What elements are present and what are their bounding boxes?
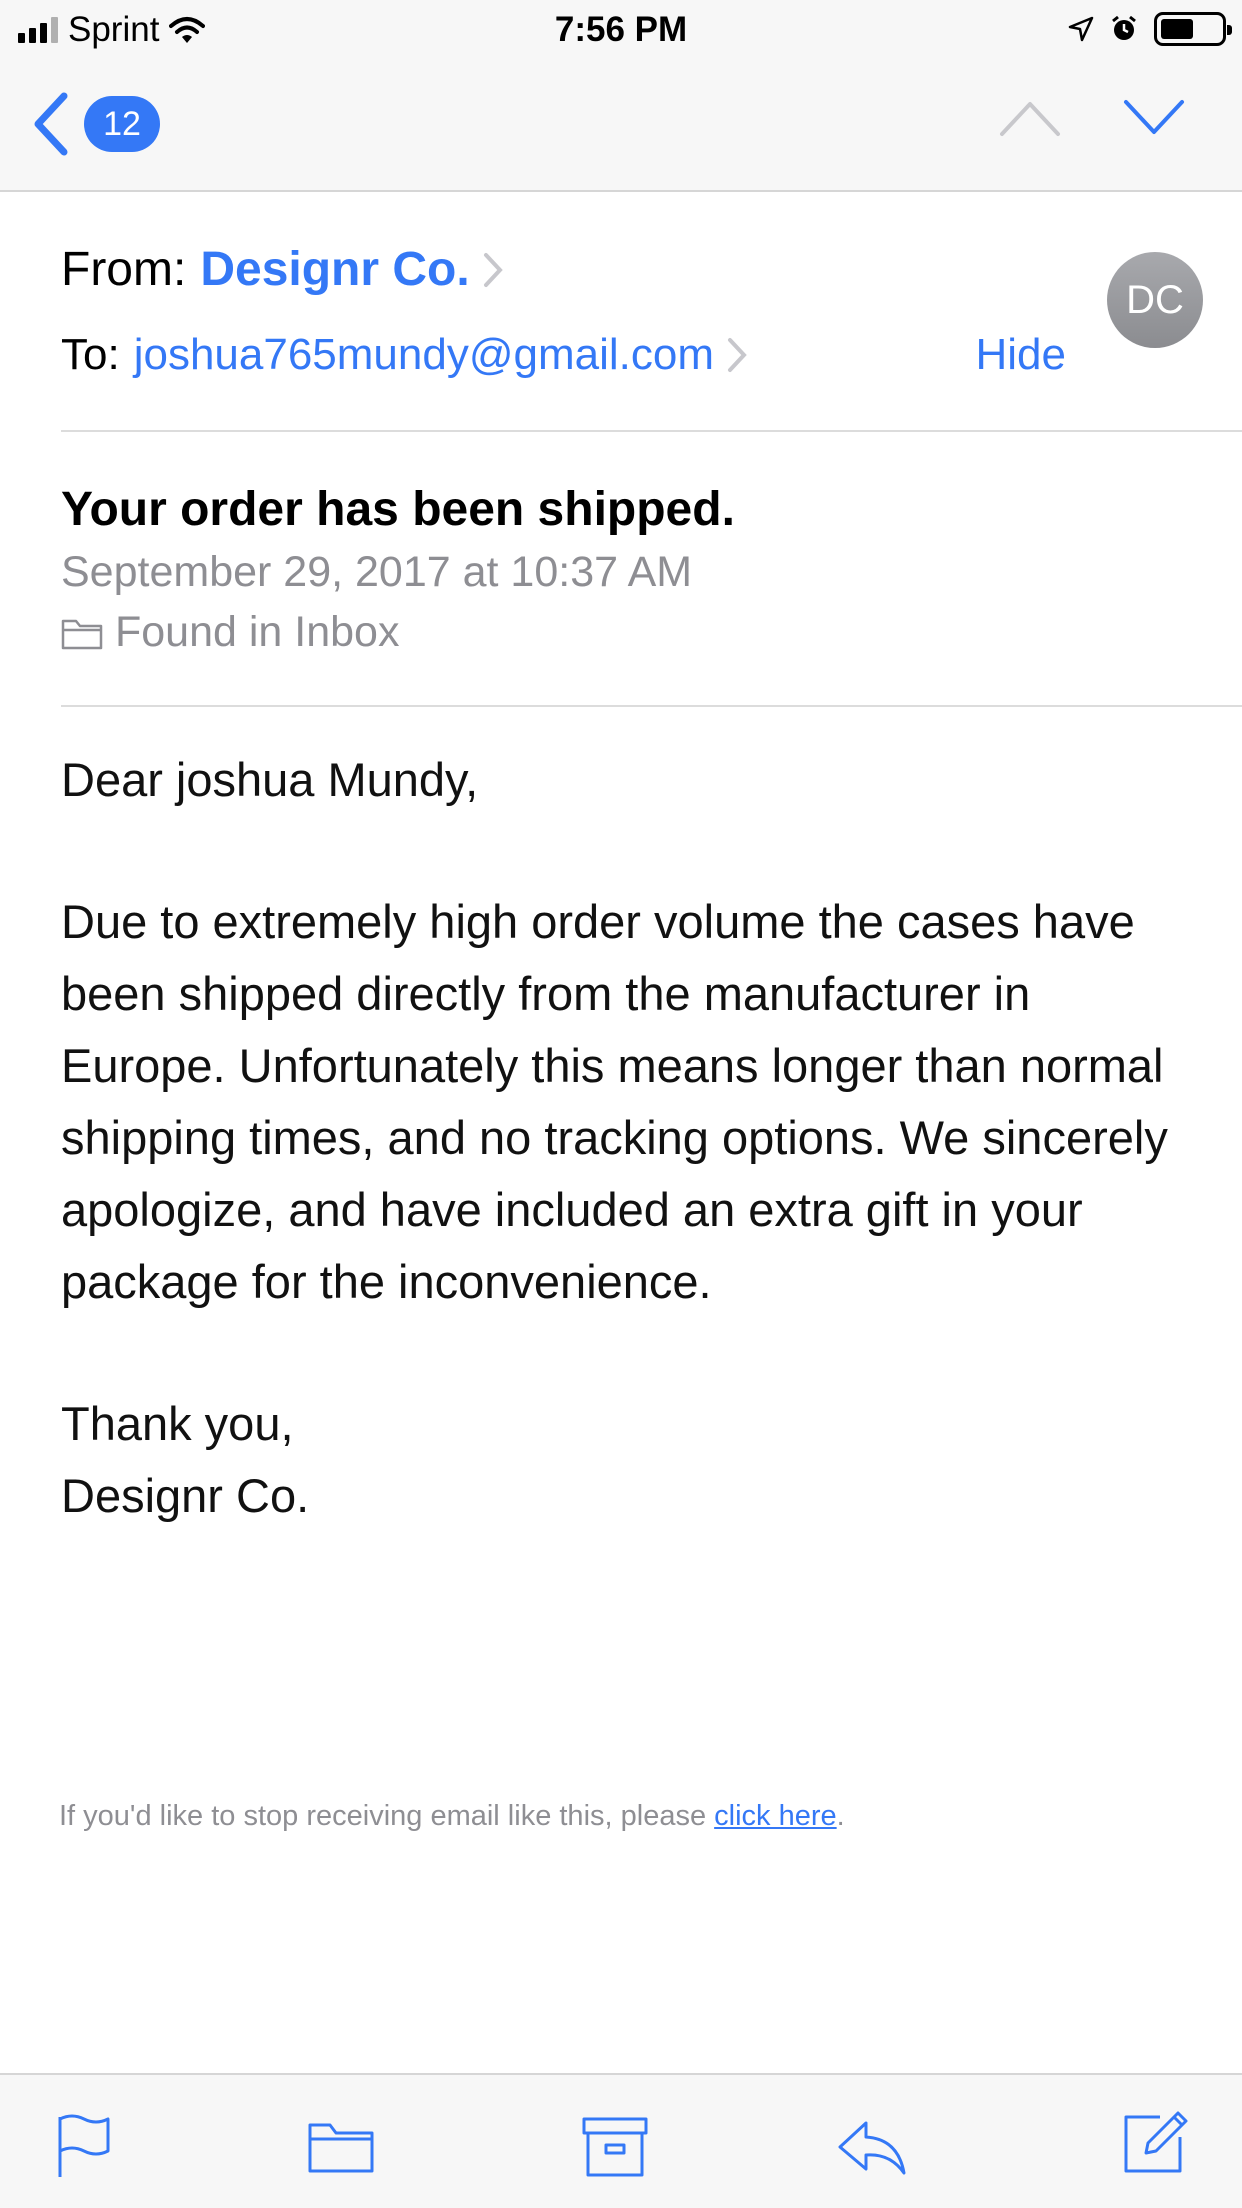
chevron-right-icon <box>728 338 747 372</box>
next-message-icon[interactable] <box>1122 98 1186 138</box>
previous-message-icon[interactable] <box>998 98 1062 138</box>
unsubscribe-end: . <box>836 1800 845 1832</box>
message-header: From: Designr Co. To: joshua765mundy@gma… <box>0 192 1242 432</box>
recipient-address[interactable]: joshua765mundy@gmail.com <box>134 330 714 380</box>
mailbox-label: Found in Inbox <box>115 608 400 656</box>
bottom-toolbar <box>0 2073 1242 2208</box>
folder-icon[interactable] <box>306 2111 376 2181</box>
reply-icon[interactable] <box>836 2111 906 2181</box>
alarm-icon <box>1112 15 1136 40</box>
compose-icon[interactable] <box>1120 2105 1190 2175</box>
sender-name[interactable]: Designr Co. <box>200 242 469 297</box>
message-body: Dear joshua Mundy, Due to extremely high… <box>61 744 1191 1532</box>
message-date: September 29, 2017 at 10:37 AM <box>61 548 693 596</box>
unread-count-badge: 12 <box>84 96 160 152</box>
message-navigation <box>998 98 1186 138</box>
from-row: From: Designr Co. <box>61 242 504 297</box>
location-arrow-icon <box>1068 16 1094 42</box>
battery-fill <box>1161 19 1193 39</box>
from-label: From: <box>61 243 187 296</box>
unsubscribe-text: If you'd like to stop receiving email li… <box>59 1800 715 1832</box>
chevron-right-icon <box>483 252 503 287</box>
body-paragraph: Due to extremely high order volume the c… <box>61 895 1168 1308</box>
signoff-line: Thank you, <box>61 1397 294 1450</box>
status-right-group <box>1068 12 1232 46</box>
flag-icon[interactable] <box>50 2111 120 2181</box>
hide-details-button[interactable]: Hide <box>976 330 1067 380</box>
navigation-bar: 12 <box>0 62 1242 192</box>
archive-icon[interactable] <box>580 2111 650 2181</box>
sender-avatar: DC <box>1107 252 1203 348</box>
signature: Designr Co. <box>61 1469 310 1522</box>
back-chevron-icon <box>34 92 68 156</box>
mailbox-location: Found in Inbox <box>61 608 399 657</box>
battery-icon <box>1154 12 1232 46</box>
folder-icon <box>61 619 103 649</box>
header-divider <box>61 430 1242 432</box>
back-button[interactable]: 12 <box>30 92 160 156</box>
subject-divider <box>61 705 1242 707</box>
unsubscribe-link[interactable]: click here <box>714 1800 837 1832</box>
status-bar: Sprint 7:56 PM <box>0 0 1242 62</box>
greeting: Dear joshua Mundy, <box>61 753 479 806</box>
message-subject: Your order has been shipped. <box>61 483 735 536</box>
to-label: To: <box>61 330 120 379</box>
to-row: To: joshua765mundy@gmail.com <box>61 330 748 380</box>
status-time: 7:56 PM <box>554 10 688 49</box>
unsubscribe-note: If you'd like to stop receiving email li… <box>59 1800 845 1833</box>
mail-message-screen: Sprint 7:56 PM 12 From: Designr Co. To: … <box>0 0 1242 2208</box>
